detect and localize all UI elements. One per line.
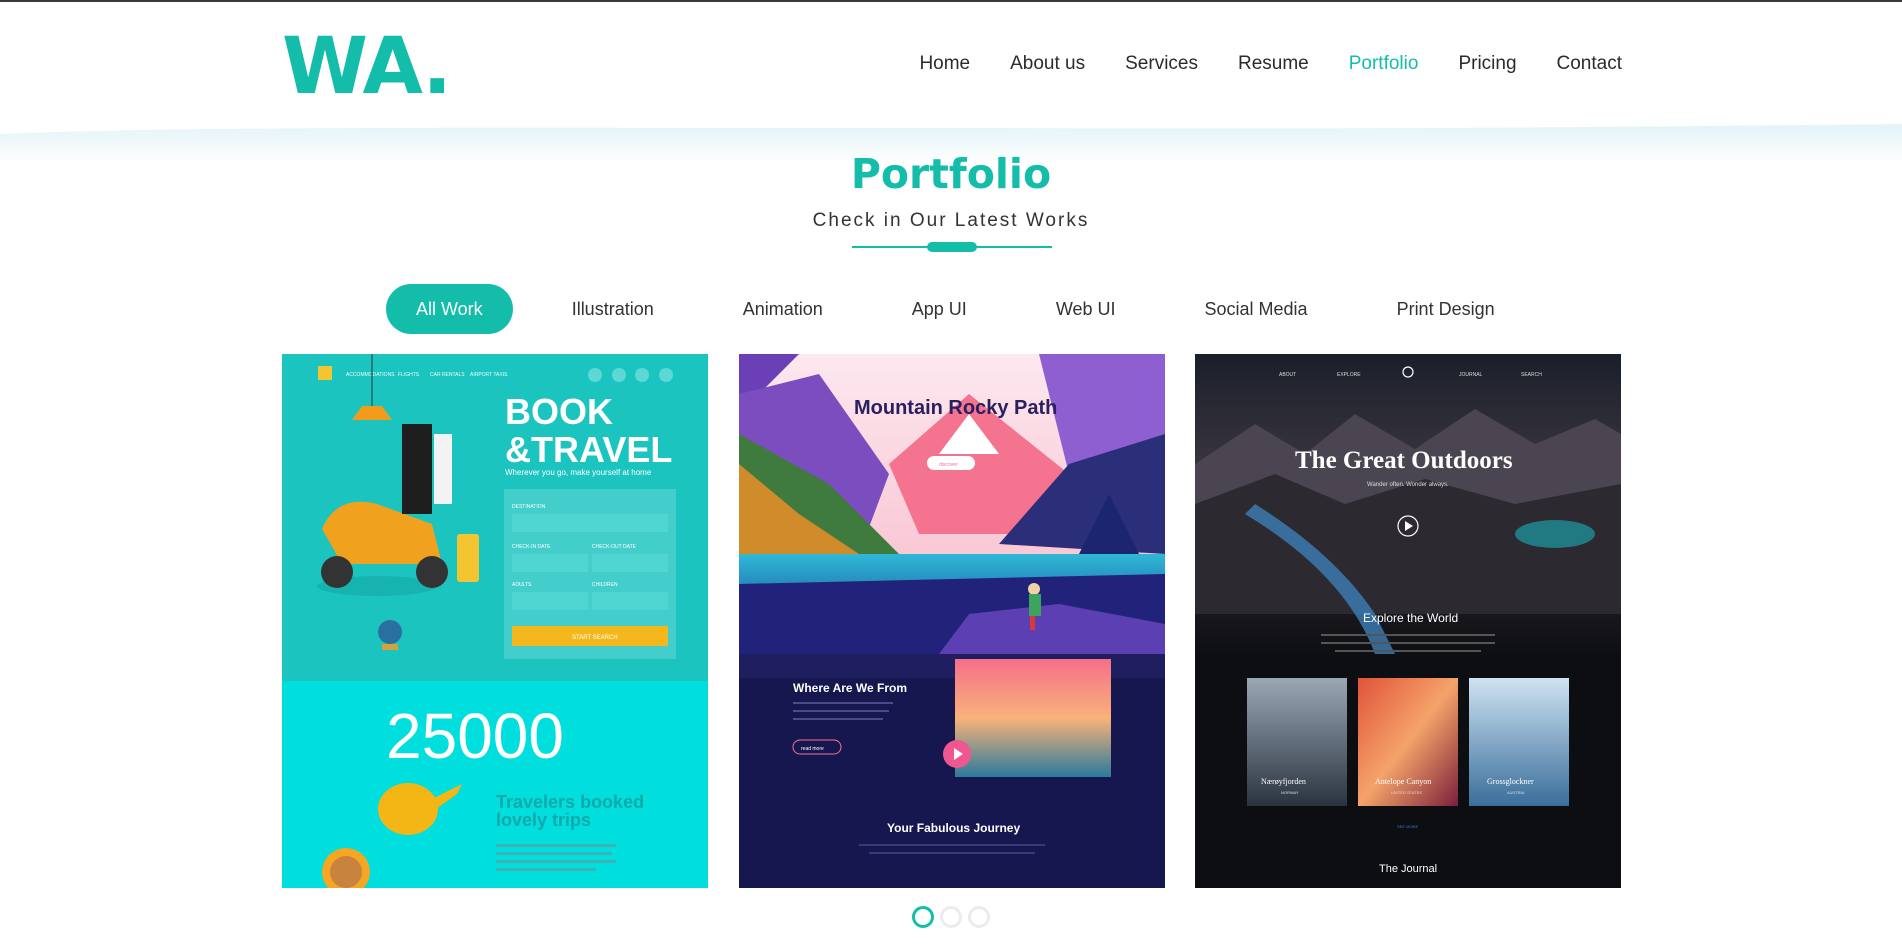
outdoors-tagline: Wander often. Wonder always. [1367,482,1449,488]
outdoors-place-2-country: UNITED STATES [1391,790,1422,795]
filter-web-ui[interactable]: Web UI [1026,284,1146,334]
portfolio-card-outdoors[interactable]: ABOUT EXPLORE JOURNAL SEARCH The Great O… [1195,354,1621,888]
outdoors-nav-journal: JOURNAL [1459,372,1483,378]
site-header: WA. Home About us Services Resume Portfo… [0,2,1902,126]
nav-resume[interactable]: Resume [1238,52,1309,76]
outdoors-place-3: Grossglockner [1487,777,1534,786]
outdoors-place-1-country: NORWAY [1281,790,1299,795]
nav-home[interactable]: Home [919,52,970,76]
portfolio-card-travel[interactable]: ACCOMMODATIONS FLIGHTS CAR RENTALS AIRPO… [282,354,708,888]
nav-portfolio[interactable]: Portfolio [1349,52,1419,76]
travel-stat-text-1: Travelers booked [496,792,644,812]
title-divider [852,241,1052,253]
travel-nav-2: FLIGHTS [398,372,420,378]
travel-headline-2: &TRAVEL [505,429,672,470]
outdoors-place-2: Antelope Canyon [1375,777,1431,786]
logo-dot: . [422,22,452,112]
outdoors-nav-search: SEARCH [1521,372,1542,378]
travel-form-checkin: CHECK-IN DATE [512,544,551,550]
travel-form-search: START SEARCH [572,635,618,641]
outdoors-nav-about: ABOUT [1279,372,1296,378]
outdoors-title: The Great Outdoors [1295,447,1513,474]
mountain-readmore: read more [801,746,824,752]
portfolio-grid: ACCOMMODATIONS FLIGHTS CAR RENTALS AIRPO… [282,354,1621,888]
nav-contact[interactable]: Contact [1557,52,1622,76]
outdoors-section-1: Explore the World [1363,611,1458,625]
nav-services[interactable]: Services [1125,52,1198,76]
travel-nav-3: CAR RENTALS [430,372,465,378]
travel-form-checkout: CHECK-OUT DATE [592,544,637,550]
pagination-dot-3[interactable] [968,906,990,928]
nav-about[interactable]: About us [1010,52,1085,76]
outdoors-place-1: Nærøyfjorden [1261,777,1306,786]
travel-headline-1: BOOK [505,391,613,432]
travel-form-children: CHILDREN [592,582,618,588]
section-title: Portfolio [850,150,1052,198]
portfolio-card-mountain[interactable]: Mountain Rocky Path discover Where Are W… [739,354,1165,888]
travel-form-destination: DESTINATION [512,504,546,510]
outdoors-place-3-country: AUSTRIA [1507,790,1525,795]
nav-pricing[interactable]: Pricing [1458,52,1516,76]
mountain-title: Mountain Rocky Path [854,397,1057,419]
mountain-section-2: Your Fabulous Journey [887,821,1020,835]
main-nav: Home About us Services Resume Portfolio … [879,52,1622,76]
logo-text: WA [282,22,424,112]
filter-all-work[interactable]: All Work [386,284,513,334]
travel-stat-number: 25000 [386,700,564,772]
mountain-discover-button: discover [939,462,958,468]
section-subtitle: Check in Our Latest Works [812,210,1090,231]
outdoors-nav-explore: EXPLORE [1337,372,1361,378]
travel-nav-1: ACCOMMODATIONS [346,372,395,378]
travel-tagline: Wherever you go, make yourself at home [505,468,652,477]
outdoors-section-2: The Journal [1379,863,1437,875]
pagination-dot-1[interactable] [912,906,934,928]
filter-animation[interactable]: Animation [713,284,853,334]
mountain-section-1: Where Are We From [793,681,907,695]
logo[interactable]: WA. [282,22,452,112]
portfolio-filters: All Work Illustration Animation App UI W… [386,284,1554,334]
filter-social-media[interactable]: Social Media [1175,284,1338,334]
filter-illustration[interactable]: Illustration [542,284,684,334]
travel-form-adults: ADULTS [512,582,532,588]
carousel-pagination [912,906,990,928]
travel-nav-4: AIRPORT TAXIS [470,372,508,378]
filter-print-design[interactable]: Print Design [1367,284,1525,334]
travel-stat-text-2: lovely trips [496,810,591,830]
outdoors-see-more: SEE MORE [1397,824,1418,829]
filter-app-ui[interactable]: App UI [882,284,997,334]
pagination-dot-2[interactable] [940,906,962,928]
